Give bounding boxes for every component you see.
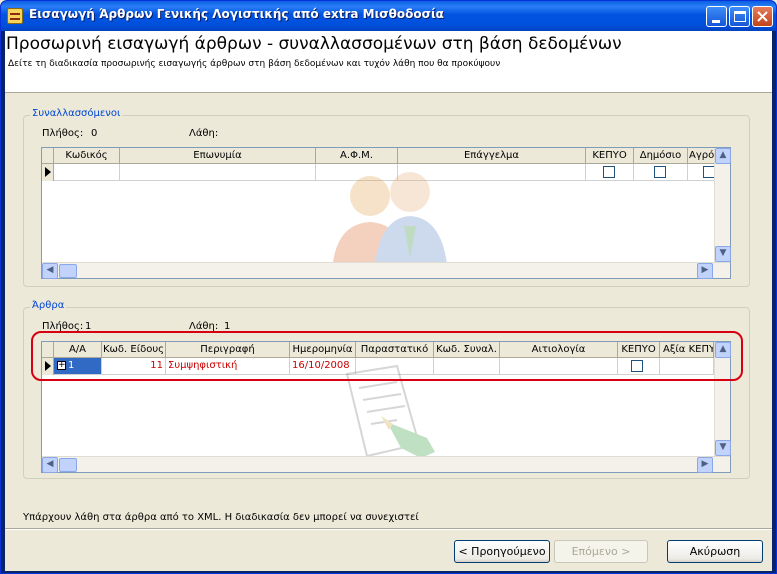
column-header[interactable]: Δημόσιο <box>634 148 688 164</box>
main-window: Εισαγωγή Άρθρων Γενικής Λογιστικής από e… <box>0 0 777 574</box>
title-bar[interactable]: Εισαγωγή Άρθρων Γενικής Λογιστικής από e… <box>1 1 776 31</box>
row-header[interactable] <box>42 164 54 181</box>
close-button[interactable] <box>752 6 773 27</box>
parties-grid[interactable]: Κωδικός Επωνυμία Α.Φ.Μ. Επάγγελμα ΚΕΠΥΟ … <box>41 147 731 279</box>
table-cell <box>586 164 634 181</box>
parties-horizontal-scrollbar[interactable]: ◀ ▶ <box>42 262 730 279</box>
parties-vertical-scrollbar[interactable]: ▲ ▼ <box>714 148 731 262</box>
column-header[interactable]: Κωδικός <box>54 148 120 164</box>
wizard-header: Προσωρινή εισαγωγή άρθρων - συναλλασσομέ… <box>5 31 772 93</box>
error-highlight-annotation <box>31 331 743 381</box>
column-header[interactable]: Αγρότης μη <box>688 148 716 164</box>
table-cell[interactable] <box>120 164 316 181</box>
status-message: Υπάρχουν λάθη στα άρθρα από το XML. Η δι… <box>23 512 419 523</box>
scroll-left-button[interactable]: ◀ <box>42 263 58 279</box>
scroll-down-button[interactable]: ▼ <box>715 440 731 456</box>
people-watermark-icon <box>332 172 448 274</box>
footer-divider <box>5 528 772 530</box>
table-cell[interactable] <box>54 164 120 181</box>
scroll-thumb[interactable] <box>59 458 77 472</box>
scroll-down-button[interactable]: ▼ <box>715 246 731 262</box>
app-icon <box>7 8 23 24</box>
next-button[interactable]: Επόμενο > <box>554 540 648 563</box>
entries-group-label: Άρθρα <box>30 300 67 311</box>
column-header[interactable]: ΚΕΠΥΟ <box>586 148 634 164</box>
column-header[interactable]: Επωνυμία <box>120 148 316 164</box>
window-client: Προσωρινή εισαγωγή άρθρων - συναλλασσομέ… <box>5 31 772 571</box>
kepyo-checkbox[interactable] <box>603 166 615 178</box>
parties-errors-label: Λάθη: <box>189 128 219 139</box>
table-cell <box>688 164 716 181</box>
parties-count-label: Πλήθος: <box>42 128 84 139</box>
parties-count-value: 0 <box>91 128 98 139</box>
parties-group: Συναλλασσόμενοι Πλήθος: 0 Λάθη: Κωδικός … <box>23 108 750 287</box>
scroll-right-button[interactable]: ▶ <box>697 263 713 279</box>
scroll-thumb[interactable] <box>59 264 77 278</box>
scroll-left-button[interactable]: ◀ <box>42 457 58 473</box>
close-icon <box>757 11 768 22</box>
cancel-button[interactable]: Ακύρωση <box>667 540 763 563</box>
dimosio-checkbox[interactable] <box>654 166 666 178</box>
grid-corner <box>42 148 54 164</box>
column-header[interactable]: Επάγγελμα <box>398 148 586 164</box>
scroll-up-button[interactable]: ▲ <box>715 148 731 164</box>
back-button[interactable]: < Προηγούμενο <box>454 540 550 563</box>
scroll-right-button[interactable]: ▶ <box>697 457 713 473</box>
maximize-button[interactable] <box>729 6 750 27</box>
page-title: Προσωρινή εισαγωγή άρθρων - συναλλασσομέ… <box>6 34 622 54</box>
table-cell <box>634 164 688 181</box>
page-subtitle: Δείτε τη διαδικασία προσωρινής εισαγωγής… <box>8 59 501 69</box>
current-row-arrow-icon <box>45 167 51 177</box>
entries-horizontal-scrollbar[interactable]: ◀ ▶ <box>42 456 730 473</box>
window-title: Εισαγωγή Άρθρων Γενικής Λογιστικής από e… <box>29 7 444 21</box>
parties-group-label: Συναλλασσόμενοι <box>30 108 123 119</box>
column-header[interactable]: Α.Φ.Μ. <box>316 148 398 164</box>
minimize-button[interactable] <box>706 6 727 27</box>
